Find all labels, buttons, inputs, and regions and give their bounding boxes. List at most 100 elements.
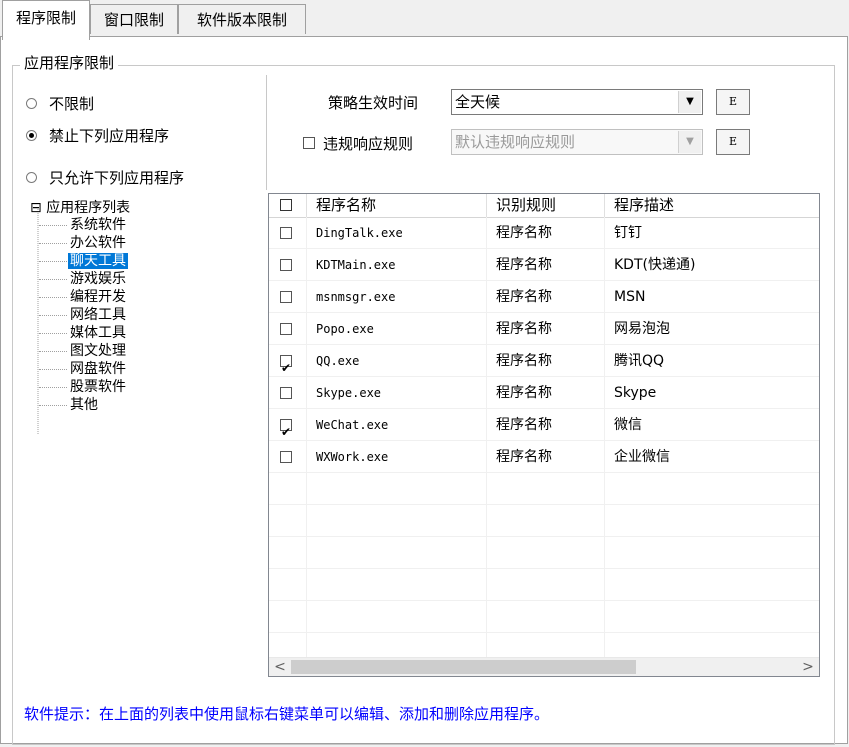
row-checkbox-cell bbox=[269, 281, 307, 313]
tree-item[interactable]: 办公软件 bbox=[68, 235, 128, 251]
tree-item[interactable]: 图文处理 bbox=[68, 343, 128, 359]
cell-rule: 程序名称 bbox=[487, 441, 605, 473]
tree-branch-line bbox=[39, 405, 67, 406]
tree-branch-line bbox=[39, 261, 67, 262]
cell-program-name: WXWork.exe bbox=[307, 441, 487, 473]
table-row bbox=[269, 505, 819, 537]
cell-description: 钉钉 bbox=[605, 217, 819, 249]
row-checkbox-cell bbox=[269, 217, 307, 249]
horizontal-scrollbar[interactable]: < > bbox=[269, 657, 819, 676]
row-checkbox[interactable] bbox=[280, 451, 292, 463]
program-list[interactable]: 程序名称 识别规则 程序描述 DingTalk.exe 程序名称 钉钉 KDTMain… bbox=[268, 193, 820, 677]
empty-cell bbox=[269, 473, 307, 505]
cell-program-name: msnmsgr.exe bbox=[307, 281, 487, 313]
tree-branch-line bbox=[39, 387, 67, 388]
empty-cell bbox=[269, 505, 307, 537]
tab-program-limit[interactable]: 程序限制 bbox=[2, 0, 90, 40]
table-row bbox=[269, 601, 819, 633]
group-title: 应用程序限制 bbox=[20, 52, 119, 73]
radio-no-limit[interactable]: 不限制 bbox=[26, 91, 256, 115]
table-row[interactable]: Popo.exe 程序名称 网易泡泡 bbox=[269, 313, 819, 345]
radio-label: 禁止下列应用程序 bbox=[49, 126, 170, 145]
scroll-right-icon[interactable]: > bbox=[799, 658, 817, 676]
scrollbar-thumb[interactable] bbox=[291, 660, 636, 674]
header-select-all[interactable] bbox=[269, 194, 307, 217]
tree-root[interactable]: ⊟ 应用程序列表 bbox=[30, 200, 130, 216]
policy-time-select[interactable]: 全天候 ▼ bbox=[451, 89, 703, 115]
violation-rule-edit-button[interactable]: E bbox=[716, 129, 750, 155]
tree-item[interactable]: 网络工具 bbox=[68, 307, 128, 323]
cell-program-name: Skype.exe bbox=[307, 377, 487, 409]
radio-indicator[interactable] bbox=[26, 171, 37, 183]
row-checkbox[interactable] bbox=[280, 416, 292, 440]
empty-cell bbox=[605, 473, 819, 505]
cell-rule: 程序名称 bbox=[487, 249, 605, 281]
policy-time-edit-button[interactable]: E bbox=[716, 89, 750, 115]
tree-item[interactable]: 系统软件 bbox=[68, 217, 128, 233]
tree-item[interactable]: 股票软件 bbox=[68, 379, 128, 395]
violation-rule-select[interactable]: 默认违规响应规则 ▼ bbox=[451, 129, 703, 155]
empty-cell bbox=[307, 473, 487, 505]
violation-rule-label: 违规响应规则 bbox=[323, 134, 414, 153]
empty-cell bbox=[605, 537, 819, 569]
chevron-down-icon[interactable]: ▼ bbox=[678, 91, 701, 113]
tree-expand-icon[interactable]: ⊟ bbox=[30, 200, 42, 216]
table-row[interactable]: KDTMain.exe 程序名称 KDT(快递通) bbox=[269, 249, 819, 281]
empty-cell bbox=[605, 569, 819, 601]
tab-window-limit[interactable]: 窗口限制 bbox=[90, 4, 178, 34]
row-checkbox[interactable] bbox=[280, 227, 292, 239]
list-header: 程序名称 识别规则 程序描述 bbox=[269, 194, 819, 218]
row-checkbox-cell bbox=[269, 313, 307, 345]
tree-item[interactable]: 网盘软件 bbox=[68, 361, 128, 377]
tree-branch-line bbox=[39, 279, 67, 280]
checkbox-icon[interactable] bbox=[303, 137, 315, 149]
table-row[interactable]: DingTalk.exe 程序名称 钉钉 bbox=[269, 217, 819, 249]
empty-cell bbox=[269, 601, 307, 633]
table-row[interactable]: msnmsgr.exe 程序名称 MSN bbox=[269, 281, 819, 313]
tree-branch-line bbox=[39, 369, 67, 370]
radio-indicator[interactable] bbox=[26, 97, 37, 109]
header-description[interactable]: 程序描述 bbox=[605, 194, 819, 217]
row-checkbox[interactable] bbox=[280, 387, 292, 399]
tree-item[interactable]: 媒体工具 bbox=[68, 325, 128, 341]
table-row[interactable]: QQ.exe程序名称腾讯QQ bbox=[269, 345, 819, 377]
tree-item[interactable]: 游戏娱乐 bbox=[68, 271, 128, 287]
vertical-divider bbox=[266, 75, 267, 190]
chevron-down-icon[interactable]: ▼ bbox=[678, 131, 701, 153]
row-checkbox-cell bbox=[269, 249, 307, 281]
cell-program-name: Popo.exe bbox=[307, 313, 487, 345]
radio-block-listed[interactable]: 禁止下列应用程序 bbox=[26, 123, 256, 147]
empty-cell bbox=[269, 569, 307, 601]
radio-indicator[interactable] bbox=[26, 129, 37, 141]
row-checkbox[interactable] bbox=[280, 323, 292, 335]
tree-branch-line bbox=[39, 225, 67, 226]
scroll-left-icon[interactable]: < bbox=[271, 658, 289, 676]
header-rule[interactable]: 识别规则 bbox=[487, 194, 605, 217]
tree-branch-line bbox=[39, 333, 67, 334]
empty-cell bbox=[307, 569, 487, 601]
empty-cell bbox=[605, 505, 819, 537]
row-checkbox[interactable] bbox=[280, 291, 292, 303]
tab-label: 窗口限制 bbox=[103, 11, 164, 29]
empty-cell bbox=[307, 601, 487, 633]
table-row[interactable]: Skype.exe 程序名称 Skype bbox=[269, 377, 819, 409]
tree-item[interactable]: 编程开发 bbox=[68, 289, 128, 305]
radio-allow-listed[interactable]: 只允许下列应用程序 bbox=[26, 165, 256, 189]
empty-cell bbox=[487, 505, 605, 537]
table-row[interactable]: WXWork.exe 程序名称 企业微信 bbox=[269, 441, 819, 473]
tab-version-limit[interactable]: 软件版本限制 bbox=[178, 4, 306, 34]
table-row bbox=[269, 473, 819, 505]
row-checkbox[interactable] bbox=[280, 352, 292, 376]
cell-rule: 程序名称 bbox=[487, 313, 605, 345]
violation-rule-checkbox[interactable]: 违规响应规则 bbox=[303, 131, 413, 155]
row-checkbox[interactable] bbox=[280, 259, 292, 271]
app-category-tree[interactable]: ⊟ 应用程序列表 系统软件办公软件聊天工具游戏娱乐编程开发网络工具媒体工具图文处… bbox=[26, 195, 264, 655]
cell-description: 微信 bbox=[605, 409, 819, 441]
table-row[interactable]: WeChat.exe程序名称微信 bbox=[269, 409, 819, 441]
tree-item[interactable]: 聊天工具 bbox=[68, 253, 128, 269]
cell-description: 企业微信 bbox=[605, 441, 819, 473]
header-program-name[interactable]: 程序名称 bbox=[307, 194, 487, 217]
policy-time-value: 全天候 bbox=[455, 93, 501, 111]
tree-item[interactable]: 其他 bbox=[68, 397, 100, 413]
checkbox-icon[interactable] bbox=[280, 199, 292, 211]
